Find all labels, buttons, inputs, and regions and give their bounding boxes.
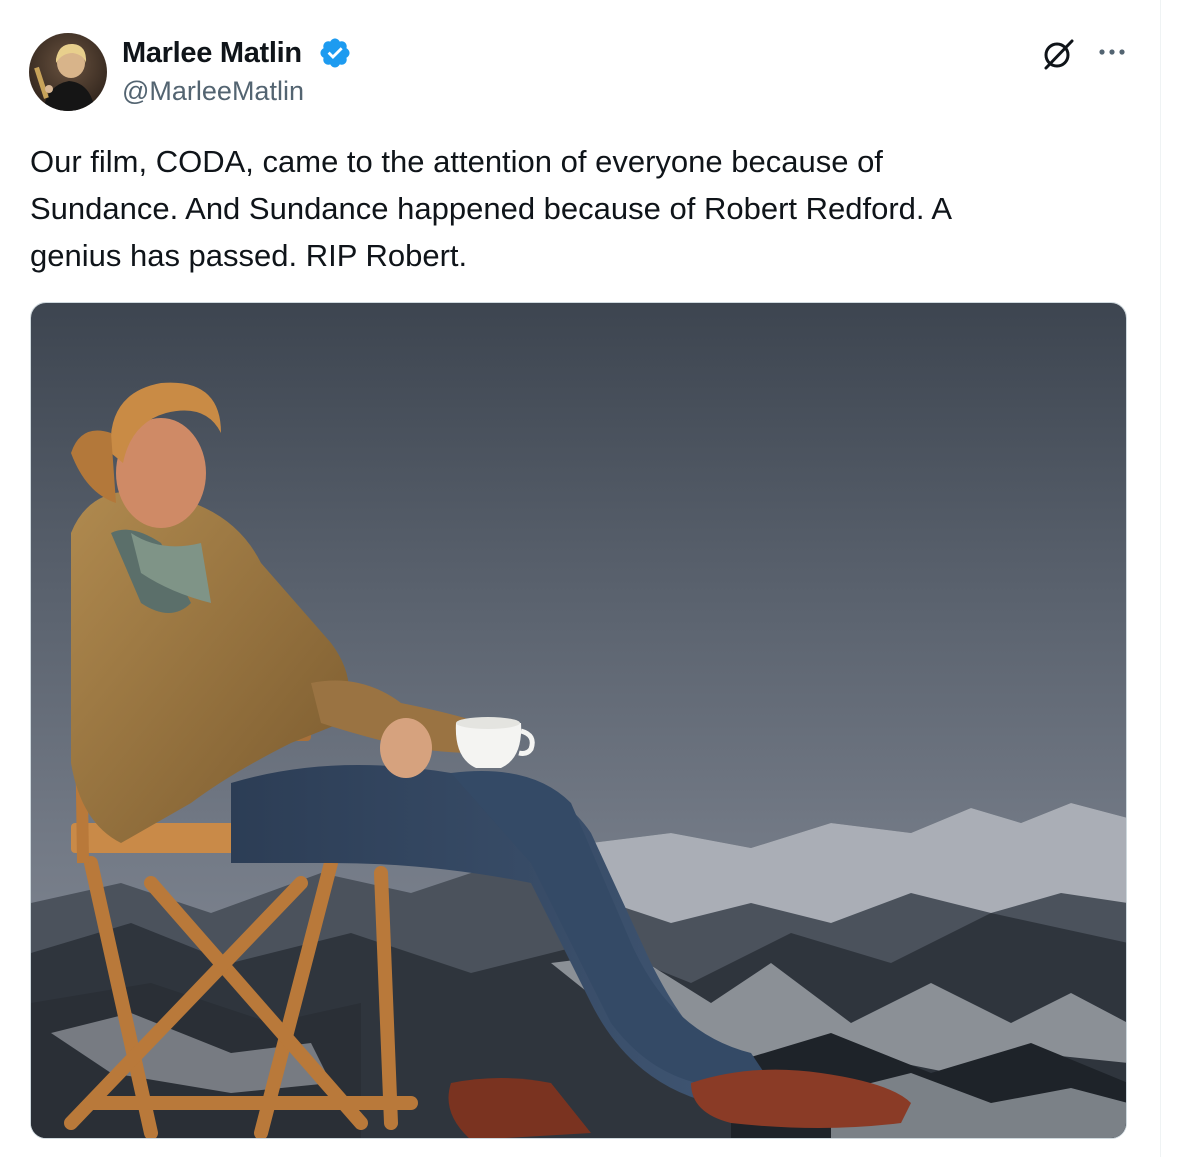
avatar-photo (29, 33, 107, 111)
tweet-card[interactable]: Marlee Matlin @MarleeMatlin Our film, CO… (0, 0, 1160, 1157)
robert-redford-mountain-photo (31, 303, 1126, 1138)
tweet-photo[interactable] (30, 302, 1127, 1139)
tweet-text: Our film, CODA, came to the attention of… (30, 144, 953, 273)
grok-icon[interactable] (1040, 37, 1078, 71)
verified-badge-icon (320, 38, 350, 68)
column-divider (1160, 0, 1161, 1157)
more-options-icon[interactable] (1094, 38, 1130, 66)
author-handle[interactable]: @MarleeMatlin (122, 75, 304, 107)
avatar[interactable] (29, 33, 107, 111)
author-name[interactable]: Marlee Matlin (122, 36, 302, 70)
